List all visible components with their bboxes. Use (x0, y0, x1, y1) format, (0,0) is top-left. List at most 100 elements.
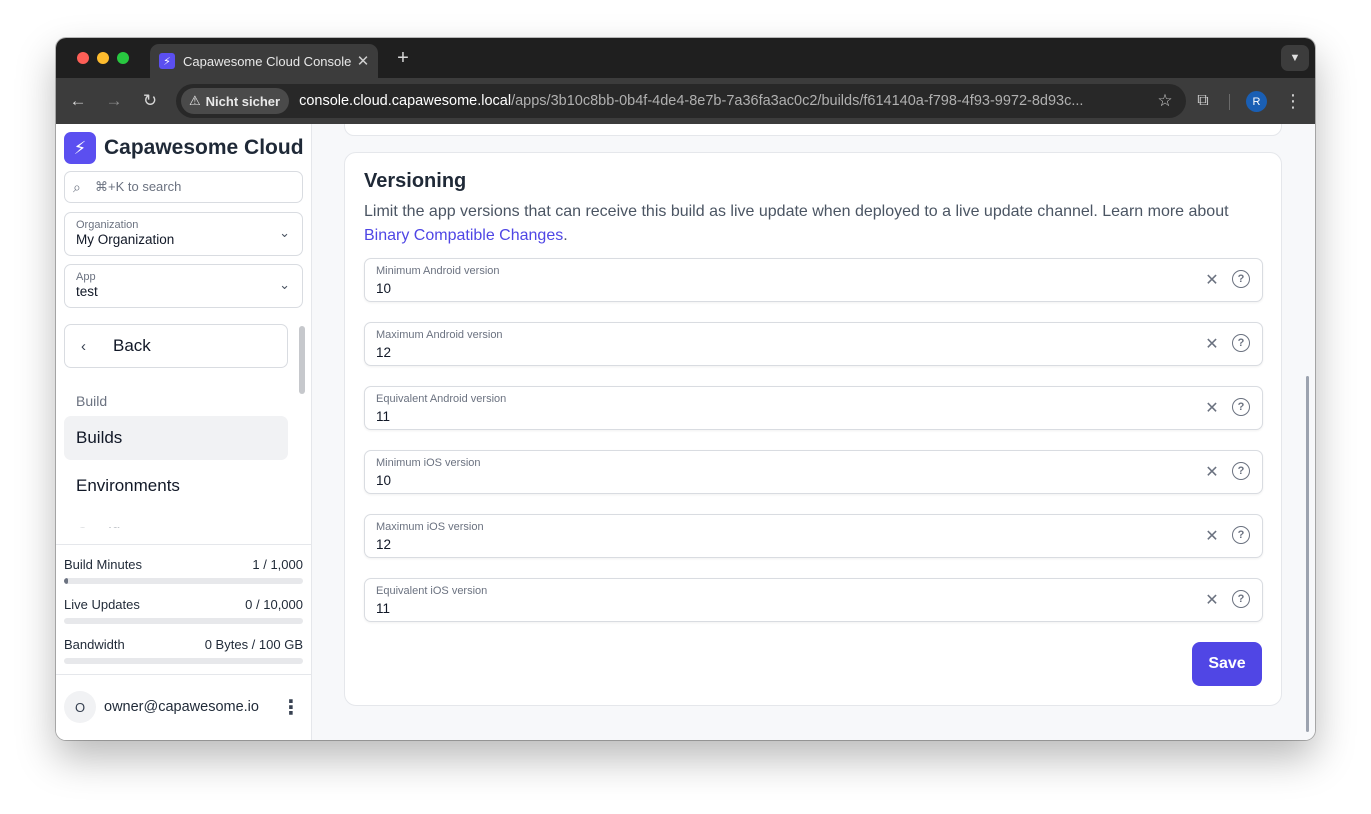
reload-icon[interactable]: ↻ (139, 90, 161, 112)
sidebar-nav: ‹ Back Build Builds Environments Certifi… (56, 322, 312, 528)
search-icon: ⌕ (73, 178, 81, 195)
back-button[interactable]: ‹ Back (64, 324, 288, 368)
max-android-version-field[interactable]: Maximum Android version ✕ ? (364, 322, 1263, 366)
sidebar-item-certificates[interactable]: Certificates (64, 512, 288, 528)
help-icon[interactable]: ? (1232, 270, 1250, 288)
browser-toolbar: ← → ↻ ⚠ Nicht sicher console.cloud.capaw… (56, 78, 1315, 124)
chevron-down-icon: ⌄ (279, 277, 290, 292)
chevron-left-icon: ‹ (81, 337, 86, 355)
help-icon[interactable]: ? (1232, 462, 1250, 480)
zoom-window-button[interactable] (117, 52, 129, 64)
new-tab-button[interactable]: + (391, 46, 415, 70)
usage-bar-fill (64, 578, 68, 584)
field-label: Minimum Android version (376, 265, 500, 277)
min-ios-version-field[interactable]: Minimum iOS version ✕ ? (364, 450, 1263, 494)
help-icon[interactable]: ? (1232, 526, 1250, 544)
max-ios-version-input[interactable] (376, 537, 1176, 552)
avatar[interactable]: O (64, 691, 96, 723)
security-chip[interactable]: ⚠ Nicht sicher (181, 88, 290, 114)
save-button[interactable]: Save (1192, 642, 1262, 686)
more-vertical-icon[interactable]: ⋮ (1282, 90, 1304, 112)
nav-section-build: Build (76, 393, 108, 409)
clear-icon[interactable]: ✕ (1202, 590, 1222, 610)
search-placeholder: ⌘+K to search (95, 179, 182, 194)
usage-live-updates: Live Updates 0 / 10,000 (64, 597, 303, 624)
organization-value: My Organization (76, 232, 175, 247)
versioning-description: Limit the app versions that can receive … (364, 203, 1229, 244)
bolt-icon: ⚡ (159, 53, 175, 69)
usage-bar (64, 618, 303, 624)
field-label: Equivalent iOS version (376, 585, 488, 597)
brand[interactable]: ⚡ Capawesome Cloud (64, 132, 304, 164)
clear-icon[interactable]: ✕ (1202, 526, 1222, 546)
max-android-version-input[interactable] (376, 345, 1176, 360)
minimize-window-button[interactable] (97, 52, 109, 64)
app-value: test (76, 284, 98, 299)
description-text: Limit the app versions that can receive … (364, 203, 1229, 220)
clear-icon[interactable]: ✕ (1202, 398, 1222, 418)
chevron-down-icon[interactable]: ▼ (1281, 45, 1309, 71)
versioning-title: Versioning (364, 170, 467, 192)
help-icon[interactable]: ? (1232, 398, 1250, 416)
clear-icon[interactable]: ✕ (1202, 462, 1222, 482)
equivalent-ios-version-input[interactable] (376, 601, 1176, 616)
sidebar-scrollbar[interactable] (299, 326, 305, 394)
help-icon[interactable]: ? (1232, 590, 1250, 608)
usage-value: 0 Bytes / 100 GB (204, 637, 303, 652)
bolt-icon: ⚡ (64, 132, 96, 164)
browser-window: ⚡ Capawesome Cloud Console ✕ + ▼ ← → ↻ ⚠… (56, 38, 1315, 740)
url-host: console.cloud.capawesome.local (299, 93, 512, 109)
previous-card (344, 124, 1282, 136)
chevron-down-icon: ⌄ (279, 225, 290, 240)
field-label: Minimum iOS version (376, 457, 481, 469)
binary-compatible-link[interactable]: Binary Compatible Changes (364, 227, 563, 244)
organization-select[interactable]: Organization My Organization ⌄ (64, 212, 303, 256)
close-window-button[interactable] (77, 52, 89, 64)
url-path: /apps/3b10c8bb-0b4f-4de4-8e7b-7a36fa3ac0… (511, 93, 1084, 109)
main-scrollbar[interactable] (1306, 376, 1309, 732)
forward-arrow-icon[interactable]: → (103, 90, 125, 112)
warning-icon: ⚠ (189, 93, 201, 108)
browser-tab[interactable]: ⚡ Capawesome Cloud Console ✕ (150, 44, 378, 78)
min-ios-version-input[interactable] (376, 473, 1176, 488)
usage-bar (64, 578, 303, 584)
extensions-icon[interactable]: ⧉ (1192, 90, 1214, 112)
usage-build-minutes: Build Minutes 1 / 1,000 (64, 557, 303, 584)
search-input[interactable]: ⌕ ⌘+K to search (64, 171, 303, 203)
usage-label: Live Updates (64, 597, 140, 612)
field-label: Maximum iOS version (376, 521, 484, 533)
page: ⚡ Capawesome Cloud ⌕ ⌘+K to search Organ… (56, 124, 1315, 740)
versioning-card: Versioning Limit the app versions that c… (344, 152, 1282, 706)
app-label: App (76, 271, 96, 283)
url-text[interactable]: console.cloud.capawesome.local/apps/3b10… (299, 93, 1150, 109)
clear-icon[interactable]: ✕ (1202, 270, 1222, 290)
sidebar-item-builds[interactable]: Builds (64, 416, 288, 460)
usage-label: Build Minutes (64, 557, 143, 572)
address-bar[interactable]: ⚠ Nicht sicher console.cloud.capawesome.… (176, 84, 1186, 118)
min-android-version-input[interactable] (376, 281, 1176, 296)
usage-value: 0 / 10,000 (245, 597, 303, 612)
back-arrow-icon[interactable]: ← (67, 90, 89, 112)
account-email: owner@capawesome.io (104, 699, 259, 715)
organization-label: Organization (76, 219, 139, 231)
star-icon[interactable]: ☆ (1150, 91, 1180, 111)
usage-label: Bandwidth (64, 637, 125, 652)
tab-title: Capawesome Cloud Console (183, 53, 352, 69)
help-icon[interactable]: ? (1232, 334, 1250, 352)
field-label: Equivalent Android version (376, 393, 507, 405)
min-android-version-field[interactable]: Minimum Android version ✕ ? (364, 258, 1263, 302)
tab-bar: ⚡ Capawesome Cloud Console ✕ + ▼ (56, 38, 1315, 78)
toolbar-divider (1229, 94, 1230, 110)
equivalent-android-version-input[interactable] (376, 409, 1176, 424)
max-ios-version-field[interactable]: Maximum iOS version ✕ ? (364, 514, 1263, 558)
field-label: Maximum Android version (376, 329, 503, 341)
more-vertical-icon[interactable]: ⋮ (280, 695, 302, 719)
clear-icon[interactable]: ✕ (1202, 334, 1222, 354)
equivalent-android-version-field[interactable]: Equivalent Android version ✕ ? (364, 386, 1263, 430)
app-select[interactable]: App test ⌄ (64, 264, 303, 308)
profile-avatar[interactable]: R (1246, 91, 1267, 112)
equivalent-ios-version-field[interactable]: Equivalent iOS version ✕ ? (364, 578, 1263, 622)
sidebar-item-environments[interactable]: Environments (64, 464, 288, 508)
main-content: Versioning Limit the app versions that c… (313, 124, 1315, 740)
close-icon[interactable]: ✕ (352, 50, 374, 72)
